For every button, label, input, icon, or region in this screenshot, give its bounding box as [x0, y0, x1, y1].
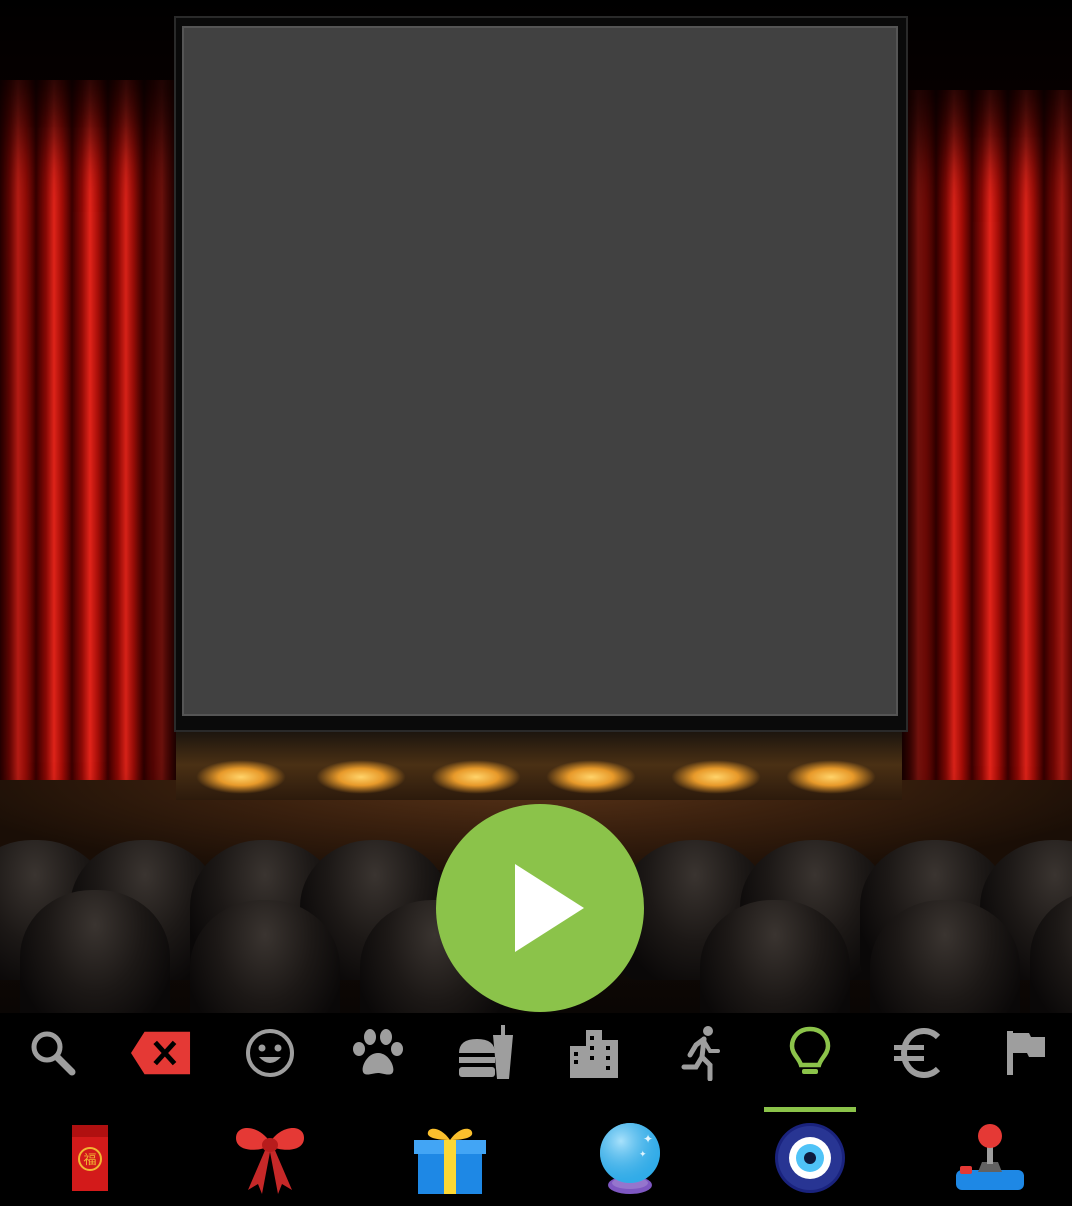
food-drink-icon[interactable] — [456, 1025, 516, 1081]
video-screen[interactable] — [182, 26, 898, 716]
backspace-icon[interactable] — [131, 1025, 191, 1081]
stage-light — [546, 760, 636, 794]
gift-emoji[interactable] — [405, 1113, 495, 1203]
emoji-category-bar — [0, 1013, 1072, 1093]
app-root: 福 ✦ ✦ — [0, 0, 1072, 1206]
joystick-emoji[interactable] — [945, 1113, 1035, 1203]
svg-text:✦: ✦ — [639, 1150, 647, 1160]
nazar-amulet-emoji[interactable] — [765, 1113, 855, 1203]
ribbon-emoji[interactable] — [225, 1113, 315, 1203]
play-icon — [515, 864, 584, 952]
flag-icon[interactable] — [996, 1025, 1056, 1081]
stage-lights — [176, 730, 902, 800]
stage-light — [316, 760, 406, 794]
seat — [20, 890, 170, 1013]
smiley-icon[interactable] — [240, 1025, 300, 1081]
selected-emoji-indicator — [764, 1107, 856, 1112]
lightbulb-icon[interactable] — [780, 1025, 840, 1081]
stage-light — [786, 760, 876, 794]
search-icon[interactable] — [23, 1025, 83, 1081]
emoji-row: 福 ✦ ✦ — [0, 1093, 1072, 1206]
stage-light — [196, 760, 286, 794]
play-button[interactable] — [436, 804, 644, 1012]
stage-light — [431, 760, 521, 794]
right-curtain — [900, 90, 1072, 814]
running-person-icon[interactable] — [672, 1025, 732, 1081]
crystal-ball-emoji[interactable]: ✦ ✦ — [585, 1113, 675, 1203]
euro-icon[interactable] — [888, 1025, 948, 1081]
city-icon[interactable] — [564, 1025, 624, 1081]
paw-icon[interactable] — [348, 1025, 408, 1081]
red-envelope-emoji[interactable]: 福 — [45, 1113, 135, 1203]
left-curtain — [0, 80, 178, 810]
svg-text:✦: ✦ — [643, 1132, 653, 1146]
stage-light — [671, 760, 761, 794]
red-envelope-character: 福 — [83, 1153, 96, 1168]
